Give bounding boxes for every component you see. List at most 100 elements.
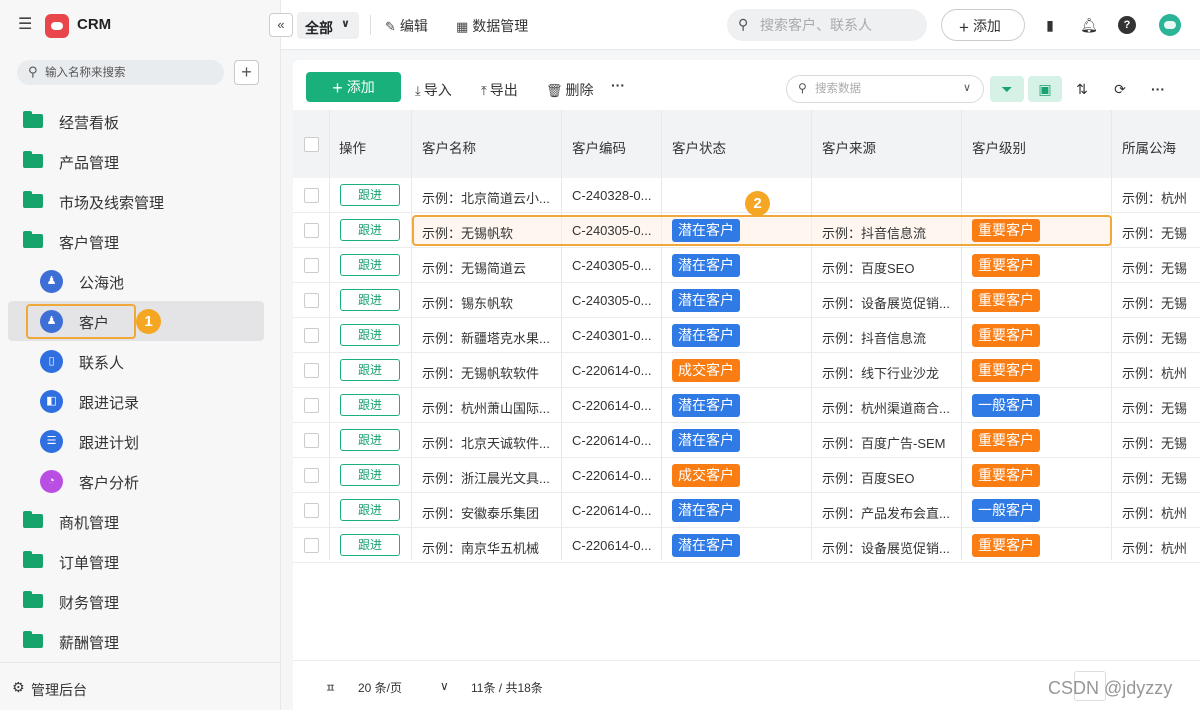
add-record-button[interactable]: + 添加	[306, 72, 401, 102]
pagination-icon[interactable]: ㅍ	[325, 679, 336, 696]
customer-name[interactable]: 示例：锡东帆软	[422, 293, 513, 312]
sidebar-item-3[interactable]: 市场及线索管理	[0, 181, 281, 221]
page-size-dropdown-icon[interactable]: ∨	[440, 679, 449, 693]
admin-link[interactable]: 管理后台	[31, 680, 87, 700]
row-checkbox[interactable]	[304, 363, 319, 378]
row-checkbox[interactable]	[304, 538, 319, 553]
row-checkbox[interactable]	[304, 328, 319, 343]
followup-button[interactable]: 跟进	[340, 254, 400, 276]
chevron-down-icon[interactable]: ∨	[963, 81, 971, 94]
row-checkbox[interactable]	[304, 468, 319, 483]
followup-button[interactable]: 跟进	[340, 429, 400, 451]
export-button[interactable]: ⤒ 导出	[481, 80, 518, 100]
help-icon[interactable]: ?	[1118, 16, 1136, 34]
sidebar-item-label: 财务管理	[59, 595, 120, 612]
sidebar-footer[interactable]: ⚙ 管理后台	[0, 662, 281, 710]
sidebar-item-after-1[interactable]: 商机管理	[0, 501, 281, 541]
scope-dropdown[interactable]: 全部 ∨	[297, 12, 359, 39]
table-row: 跟进 示例：安徽泰乐集团 C-220614-0... 潜在客户 示例：产品发布会直...…	[293, 493, 1200, 528]
bell-icon[interactable]: 🔔︎	[1080, 16, 1098, 34]
data-manage-label: 数据管理	[472, 18, 529, 34]
followup-button[interactable]: 跟进	[340, 534, 400, 556]
avatar[interactable]	[1159, 14, 1181, 36]
customer-name[interactable]: 示例：南京华五机械	[422, 538, 539, 557]
row-checkbox[interactable]	[304, 503, 319, 518]
filter-icon[interactable]: ⏷	[990, 76, 1024, 102]
refresh-icon[interactable]: ⟳	[1103, 76, 1137, 102]
header-search-input[interactable]	[760, 16, 918, 34]
menu-icon[interactable]: ☰	[18, 16, 34, 34]
sidebar-item-label: 市场及线索管理	[59, 195, 165, 212]
sidebar-item-1[interactable]: 经营看板	[0, 101, 281, 141]
sidebar-subitem-4[interactable]: ◧ 跟进记录	[0, 381, 281, 421]
row-checkbox[interactable]	[304, 398, 319, 413]
import-button[interactable]: ⤓ 导入	[415, 80, 452, 100]
data-manage-button[interactable]: ▦ 数据管理	[456, 16, 528, 36]
row-checkbox[interactable]	[304, 433, 319, 448]
followup-button[interactable]: 跟进	[340, 499, 400, 521]
customer-name[interactable]: 示例：无锡帆软	[422, 223, 513, 242]
sidebar-subitem-6[interactable]: ◔ 客户分析	[0, 461, 281, 501]
scope-dropdown-label: 全部	[305, 20, 333, 36]
annotation-marker-2: 2	[745, 191, 770, 216]
customer-name[interactable]: 示例：北京简道云小...	[422, 188, 550, 207]
app-name: CRM	[77, 16, 112, 33]
delete-button[interactable]: 🗑︎ 删除	[546, 80, 594, 100]
customer-source: 示例：百度SEO	[822, 471, 915, 486]
row-checkbox[interactable]	[304, 223, 319, 238]
sidebar-item-after-4[interactable]: 薪酬管理	[0, 621, 281, 661]
select-all-checkbox[interactable]	[304, 137, 319, 152]
header-add-button[interactable]: + 添加	[941, 9, 1025, 41]
customer-name[interactable]: 示例：安徽泰乐集团	[422, 503, 539, 522]
sidebar-search[interactable]: ⚲	[17, 60, 224, 85]
customer-source: 示例：抖音信息流	[822, 226, 927, 241]
sidebar-subitem-1[interactable]: ♟ 公海池	[0, 261, 281, 301]
followup-button[interactable]: 跟进	[340, 324, 400, 346]
header-search[interactable]: ⚲	[727, 9, 927, 41]
sidebar-subitem-label: 跟进计划	[79, 435, 140, 452]
more-options-icon[interactable]: ···	[1141, 76, 1175, 102]
customer-pool: 示例：杭州	[1122, 191, 1188, 206]
customer-source: 示例：设备展览促销...	[822, 541, 950, 556]
sidebar-item-after-3[interactable]: 财务管理	[0, 581, 281, 621]
sidebar-item-after-2[interactable]: 订单管理	[0, 541, 281, 581]
column-header: 客户编码	[572, 141, 626, 156]
data-search[interactable]: ⚲ ∨	[786, 75, 984, 103]
sidebar-subitem-3[interactable]: ▯ 联系人	[0, 341, 281, 381]
trash-icon: 🗑︎	[546, 83, 563, 98]
sidebar-item-4[interactable]: 客户管理	[0, 221, 281, 261]
collapse-sidebar-button[interactable]: «	[269, 13, 293, 37]
view-icon[interactable]: ▣	[1028, 76, 1062, 102]
sidebar-item-2[interactable]: 产品管理	[0, 141, 281, 181]
customer-name[interactable]: 示例：杭州萧山国际...	[422, 398, 550, 417]
row-checkbox[interactable]	[304, 258, 319, 273]
sidebar-search-input[interactable]	[45, 63, 215, 82]
customer-name[interactable]: 示例：北京天诚软件...	[422, 433, 550, 452]
followup-button[interactable]: 跟进	[340, 184, 400, 206]
followup-button[interactable]: 跟进	[340, 219, 400, 241]
sidebar-add-button[interactable]: +	[234, 60, 259, 85]
customer-name[interactable]: 示例：浙江晨光文具...	[422, 468, 550, 487]
sidebar-subitem-label: 公海池	[79, 275, 125, 292]
row-checkbox[interactable]	[304, 188, 319, 203]
edit-button-label: 编辑	[399, 18, 428, 34]
sidebar-subitem-5[interactable]: ☰ 跟进计划	[0, 421, 281, 461]
followup-button[interactable]: 跟进	[340, 289, 400, 311]
customer-name[interactable]: 示例：无锡简道云	[422, 258, 526, 277]
more-button[interactable]: ···	[611, 77, 625, 93]
sort-icon[interactable]: ⇅	[1065, 76, 1099, 102]
customer-name[interactable]: 示例：新疆塔克水果...	[422, 328, 550, 347]
status-badge: 潜在客户	[672, 254, 740, 277]
followup-button[interactable]: 跟进	[340, 359, 400, 381]
row-checkbox[interactable]	[304, 293, 319, 308]
customer-source: 示例：抖音信息流	[822, 331, 927, 346]
chevron-down-icon: ∨	[341, 18, 350, 30]
data-search-input[interactable]	[815, 81, 955, 97]
sidebar-subitem-2[interactable]: ♟ 客户 1	[0, 301, 281, 341]
followup-button[interactable]: 跟进	[340, 464, 400, 486]
table-row: 跟进 示例：无锡简道云 C-240305-0... 潜在客户 示例：百度SEO 重要客户 示…	[293, 248, 1200, 283]
edit-button[interactable]: ✎ 编辑	[385, 16, 428, 36]
notebook-icon[interactable]: ▮	[1041, 16, 1059, 34]
followup-button[interactable]: 跟进	[340, 394, 400, 416]
customer-name[interactable]: 示例：无锡帆软软件	[422, 363, 539, 382]
